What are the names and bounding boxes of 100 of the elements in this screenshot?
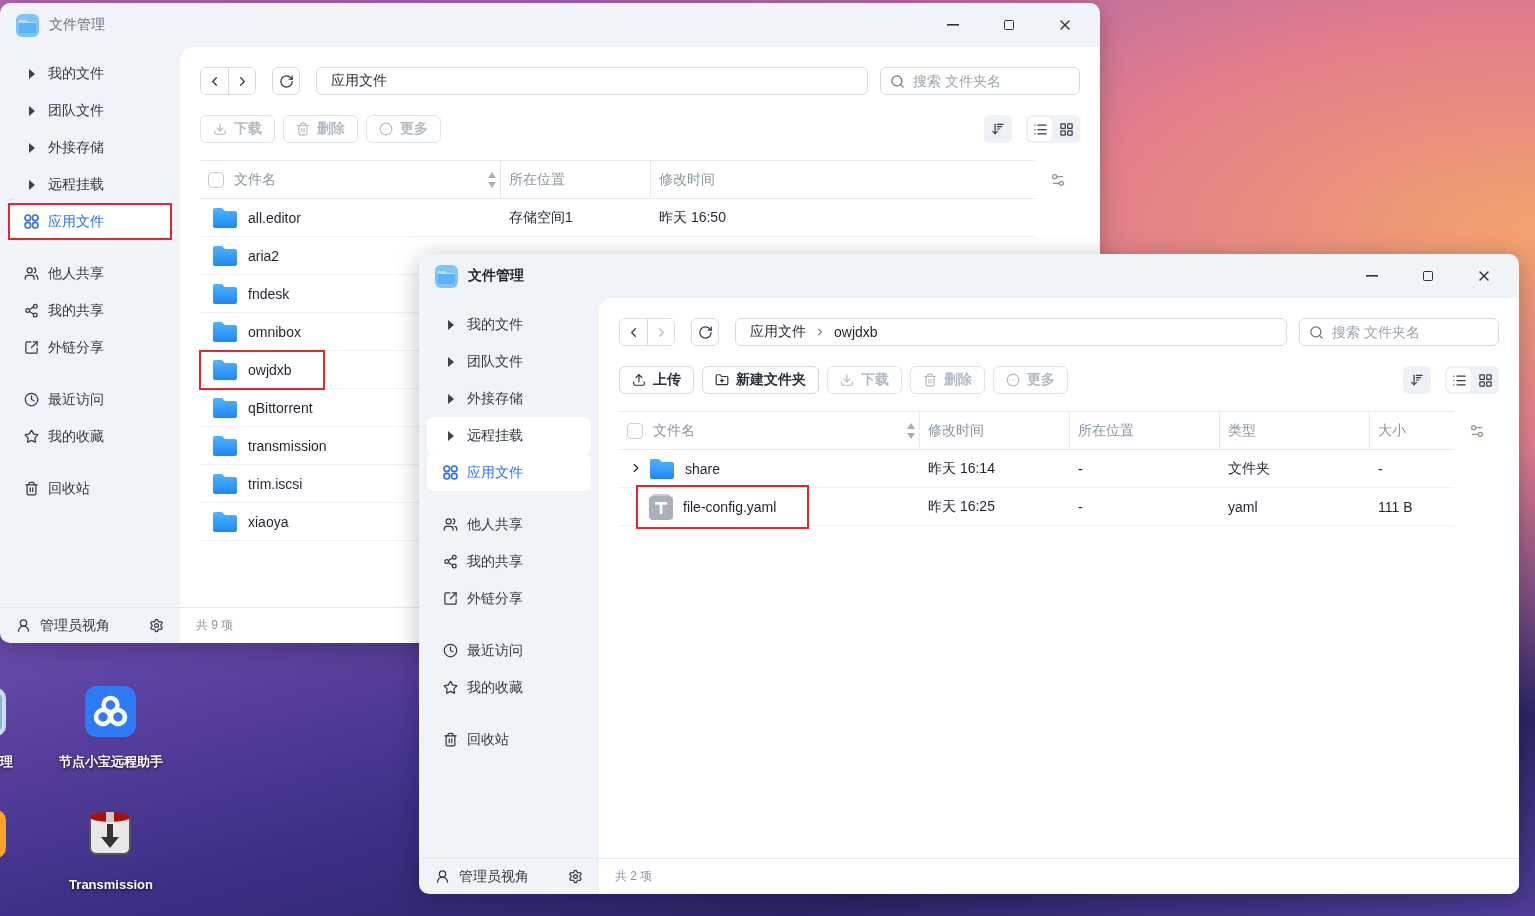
folder-icon [212, 358, 238, 381]
sort-button[interactable] [1403, 366, 1431, 394]
path-segment[interactable]: 应用文件 [331, 72, 387, 90]
sidebar-item[interactable]: 外接存储 [427, 380, 591, 417]
trash-icon [296, 122, 310, 136]
folder-app-icon [435, 264, 458, 288]
toolbar-button[interactable]: 上传 [619, 366, 694, 394]
folder-icon [212, 434, 238, 457]
table-cell-text: 存储空间1 [508, 207, 574, 227]
file-name: omnibox [248, 323, 301, 340]
sidebar-item[interactable]: 团队文件 [427, 343, 591, 380]
file-name: transmission [248, 437, 327, 454]
admin-view-label[interactable]: 管理员视角 [459, 867, 529, 886]
column-settings-icon[interactable] [1468, 423, 1485, 439]
file-name: owjdxb [248, 361, 292, 378]
file-name: qBittorrent [248, 399, 313, 416]
sidebar-item[interactable]: 应用文件 [427, 454, 591, 491]
trash-icon [923, 373, 937, 387]
table-cell-text: - [1377, 459, 1384, 479]
sort-button[interactable] [984, 115, 1012, 143]
file-name: all.editor [248, 209, 301, 226]
grid-icon [24, 214, 39, 229]
grid-icon [1477, 372, 1493, 388]
table-cell-text: - [1077, 459, 1084, 479]
window-title: 文件管理 [468, 267, 524, 285]
app-label[interactable]: Transmission [41, 877, 181, 892]
user-icon [16, 618, 31, 633]
folder-icon [212, 206, 238, 229]
sidebar-item[interactable]: 远程挂载 [8, 166, 172, 203]
forward-button[interactable] [228, 68, 255, 94]
sort-icon [991, 122, 1005, 136]
grid-icon [443, 465, 458, 480]
refresh-button[interactable] [691, 318, 719, 346]
sidebar-item[interactable]: 回收站 [8, 470, 172, 507]
sidebar-item[interactable]: 远程挂载 [427, 417, 591, 454]
minimize-icon [947, 24, 959, 26]
file-name: aria2 [248, 247, 280, 264]
sidebar-item[interactable]: 应用文件 [8, 203, 172, 240]
table-cell-text: 昨天 16:50 [658, 207, 727, 227]
file-name: share [685, 460, 721, 477]
download-icon [213, 122, 227, 136]
file-name: file-config.yaml [683, 498, 777, 515]
external-link-icon [24, 340, 39, 355]
search-field[interactable]: 搜索 文件夹名 [1299, 318, 1499, 346]
sidebar-item[interactable]: 外链分享 [427, 580, 591, 617]
expand-triangle-icon [447, 393, 454, 404]
expand-triangle-icon [447, 319, 454, 330]
sidebar-item[interactable]: 他人共享 [427, 506, 591, 543]
path-field[interactable]: 应用文件 owjdxb [735, 318, 1287, 346]
sidebar-item[interactable]: 我的收藏 [427, 669, 591, 706]
user-icon [435, 869, 450, 884]
item-count: 共 9 项 [196, 617, 234, 634]
sidebar-item[interactable]: 最近访问 [427, 632, 591, 669]
maximize-icon [1422, 270, 1434, 282]
path-segment[interactable]: owjdxb [834, 324, 878, 340]
table-cell-text: 文件夹 [1227, 458, 1271, 478]
list-view-button[interactable] [1447, 368, 1471, 392]
settings-icon[interactable] [568, 869, 583, 884]
sidebar-item[interactable]: 回收站 [427, 721, 591, 758]
window-title: 文件管理 [49, 16, 105, 34]
trash-icon [443, 732, 458, 747]
path-field[interactable]: 应用文件 [316, 67, 868, 95]
toolbar-button[interactable]: 新建文件夹 [702, 366, 819, 394]
folder-icon [649, 457, 675, 480]
folder-icon [212, 320, 238, 343]
expand-triangle-icon [28, 105, 35, 116]
column-settings-icon[interactable] [1049, 172, 1066, 188]
refresh-button[interactable] [272, 67, 300, 95]
app-label[interactable]: 节点小宝远程助手 [41, 753, 181, 771]
refresh-icon [697, 324, 713, 340]
list-icon [1451, 372, 1467, 388]
app-label[interactable]: 理 [0, 753, 14, 771]
sidebar-item[interactable]: 我的共享 [427, 543, 591, 580]
admin-view-label[interactable]: 管理员视角 [40, 616, 110, 635]
more-icon [379, 122, 393, 136]
path-segment[interactable]: 应用文件 [750, 323, 806, 341]
select-all-checkbox[interactable] [208, 171, 224, 188]
select-all-checkbox[interactable] [627, 422, 643, 439]
sidebar-item[interactable]: 外接存储 [8, 129, 172, 166]
item-count: 共 2 项 [615, 868, 653, 885]
sidebar-item[interactable]: 团队文件 [8, 92, 172, 129]
sidebar-item[interactable]: 我的文件 [427, 306, 591, 343]
sidebar-item[interactable]: 我的文件 [8, 55, 172, 92]
sidebar-item[interactable]: 我的收藏 [8, 418, 172, 455]
remote-app-icon[interactable] [85, 686, 136, 737]
sidebar-item[interactable]: 他人共享 [8, 255, 172, 292]
sidebar-item[interactable]: 最近访问 [8, 381, 172, 418]
refresh-icon [278, 73, 294, 89]
sidebar-item[interactable]: 外链分享 [8, 329, 172, 366]
settings-icon[interactable] [149, 618, 164, 633]
users-icon [443, 517, 458, 532]
transmission-app-icon[interactable] [88, 810, 132, 856]
folder-icon [212, 244, 238, 267]
list-view-button[interactable] [1028, 117, 1052, 141]
star-icon [443, 680, 458, 695]
sidebar-item[interactable]: 我的共享 [8, 292, 172, 329]
search-field[interactable]: 搜索 文件夹名 [880, 67, 1080, 95]
share-icon [443, 554, 458, 569]
trash-icon [24, 481, 39, 496]
folder-plus-icon [715, 373, 729, 387]
